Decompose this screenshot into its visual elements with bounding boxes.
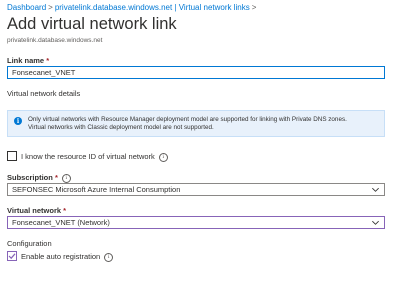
page-title: Add virtual network link <box>7 15 177 33</box>
link-name-label: Link name * <box>7 56 50 65</box>
chevron-down-icon <box>372 187 379 192</box>
required-mark: * <box>54 173 58 182</box>
subscription-dropdown[interactable]: SEFONSEC Microsoft Azure Internal Consum… <box>7 183 385 196</box>
breadcrumb-separator: > <box>251 3 257 12</box>
chevron-down-icon <box>372 220 379 225</box>
link-name-input[interactable]: Fonsecanet_VNET <box>7 66 385 79</box>
resource-id-checkbox[interactable] <box>7 151 17 161</box>
info-tooltip-icon[interactable]: i <box>61 173 71 183</box>
link-name-value: Fonsecanet_VNET <box>12 68 76 77</box>
page-subtitle: privatelink.database.windows.net <box>7 37 103 44</box>
info-line-1: Only virtual networks with Resource Mana… <box>28 116 347 123</box>
subscription-value: SEFONSEC Microsoft Azure Internal Consum… <box>12 185 181 194</box>
virtual-network-value: Fonsecanet_VNET (Network) <box>12 218 110 227</box>
info-line-2: Virtual networks with Classic deployment… <box>28 124 214 131</box>
breadcrumb-dashboard[interactable]: Dashboard <box>7 3 46 12</box>
info-icon: i <box>14 117 22 125</box>
required-mark: * <box>63 206 67 215</box>
breadcrumb-privatelink-vnet-links[interactable]: privatelink.database.windows.net | Virtu… <box>55 3 250 12</box>
checkmark-icon <box>8 253 16 260</box>
required-mark: * <box>46 56 50 65</box>
info-banner: i Only virtual networks with Resource Ma… <box>7 110 385 137</box>
resource-id-label: I know the resource ID of virtual networ… <box>21 152 168 162</box>
virtual-network-details-heading: Virtual network details <box>7 89 81 98</box>
subscription-label: Subscription * i <box>7 173 71 183</box>
breadcrumb: Dashboard > privatelink.database.windows.n… <box>7 3 258 12</box>
auto-registration-label: Enable auto registration i <box>21 252 114 262</box>
breadcrumb-separator: > <box>48 3 53 12</box>
configuration-heading: Configuration <box>7 239 52 248</box>
virtual-network-label: Virtual network * <box>7 206 67 215</box>
virtual-network-dropdown[interactable]: Fonsecanet_VNET (Network) <box>7 216 385 229</box>
auto-registration-checkbox[interactable] <box>7 251 17 261</box>
info-tooltip-icon[interactable]: i <box>158 152 168 162</box>
info-banner-text: Only virtual networks with Resource Mana… <box>28 116 347 132</box>
info-tooltip-icon[interactable]: i <box>104 252 114 262</box>
